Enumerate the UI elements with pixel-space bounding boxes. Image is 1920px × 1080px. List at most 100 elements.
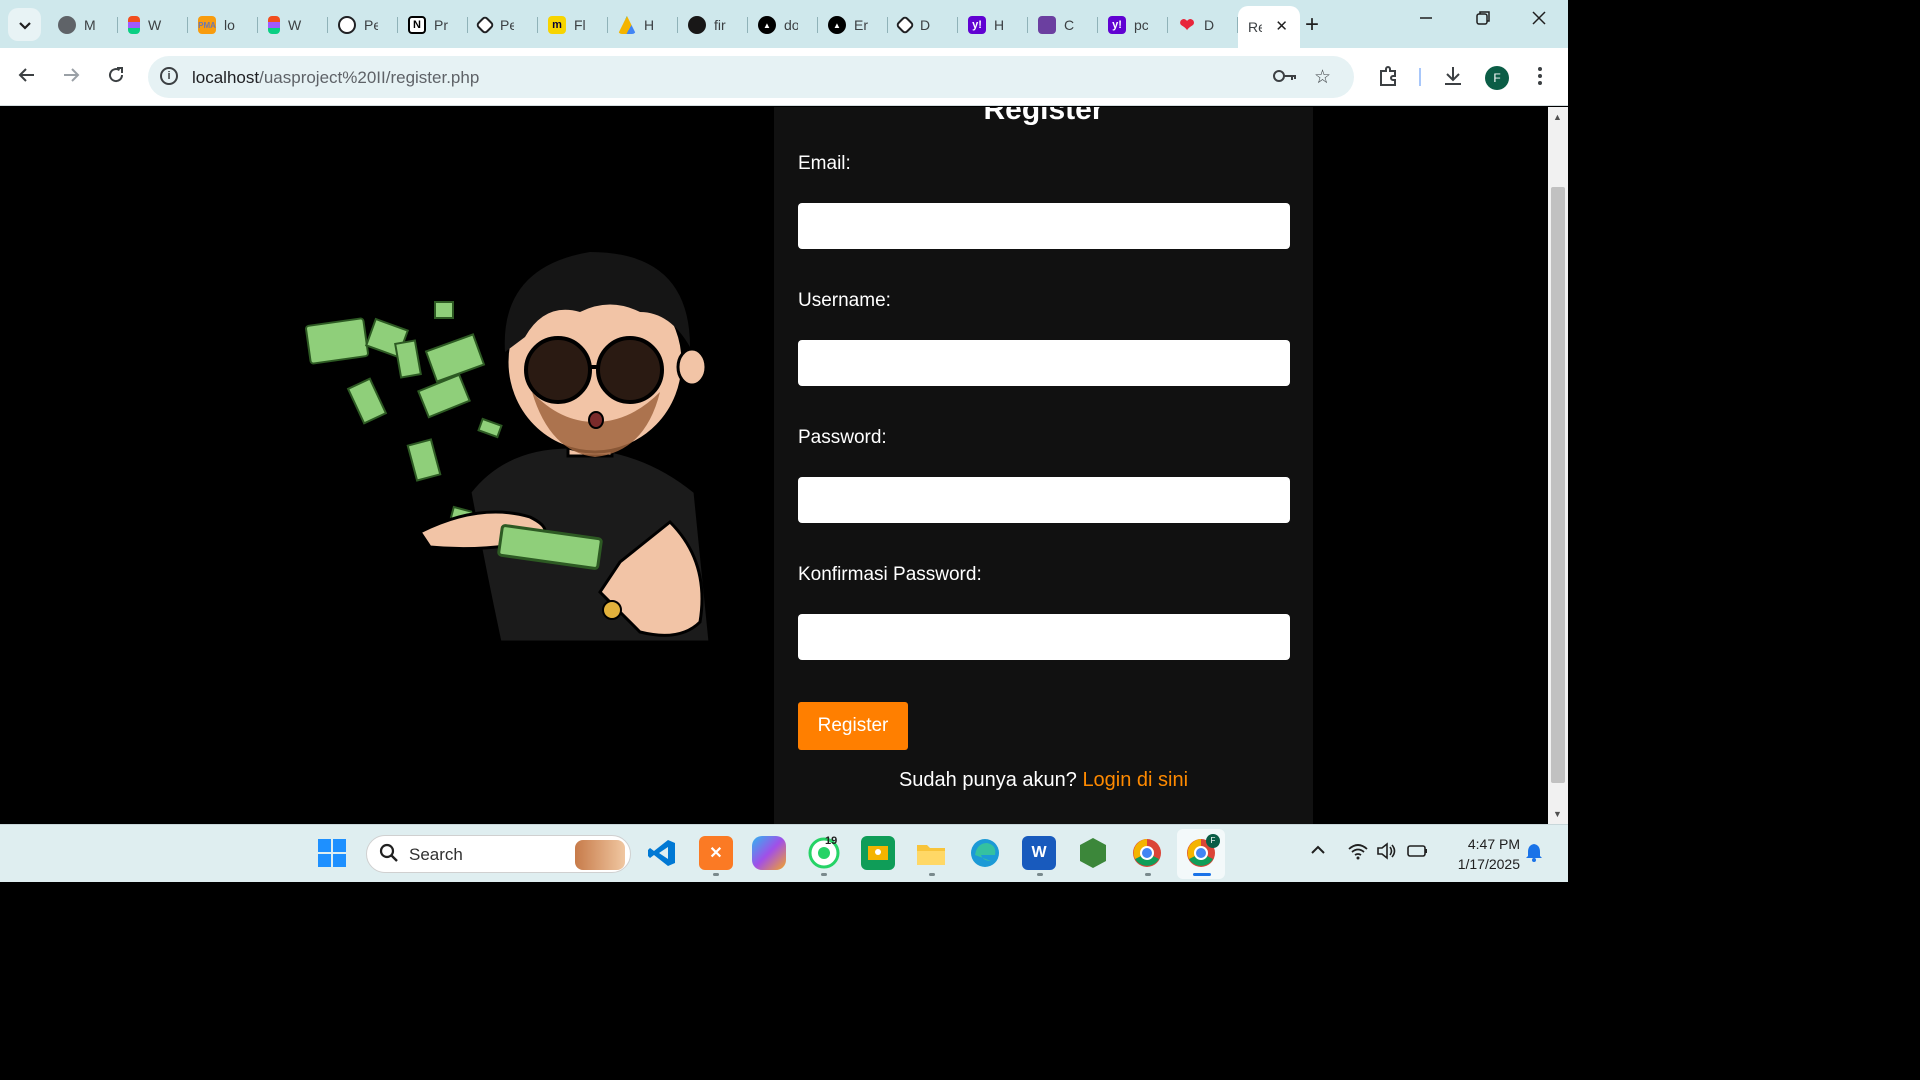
confirm-password-field[interactable] [798,614,1290,660]
tab[interactable]: fir [678,6,748,44]
bookmark-star-icon[interactable]: ☆ [1314,66,1331,89]
show-hidden-icons[interactable] [1310,842,1326,863]
tab[interactable]: Pe [328,6,398,44]
profile-avatar[interactable]: F [1485,66,1509,90]
tab[interactable]: ❤ D [1168,6,1238,44]
running-indicator [929,873,935,876]
codepen-icon [475,15,495,35]
tab[interactable]: H [608,6,678,44]
wifi-icon[interactable] [1347,842,1369,865]
volume-icon[interactable] [1376,842,1398,865]
scroll-up-icon[interactable]: ▲ [1553,112,1562,122]
tab-title: M [84,17,96,33]
start-button[interactable] [315,836,349,870]
login-link[interactable]: Login di sini [1082,769,1188,791]
chrome-profile-badge: F [1206,834,1220,848]
running-indicator [1037,873,1043,876]
arrow-left-icon [18,68,34,82]
globe-icon [58,16,76,34]
close-icon [1532,11,1546,25]
vscode-icon[interactable] [645,836,679,870]
search-icon [379,843,399,869]
scroll-down-icon[interactable]: ▼ [1553,809,1562,819]
system-clock[interactable]: 4:47 PM 1/17/2025 [1440,834,1520,874]
scroll-thumb[interactable] [1551,187,1565,783]
tab[interactable]: W [118,6,188,44]
forward-button[interactable] [61,65,81,91]
tab-list: M W PMA lo W Pe N Pr Pe m Fl H fir ▲ do ▲ Er … [48,6,1300,48]
menu-button[interactable] [1536,65,1544,93]
github-icon [688,16,706,34]
openai-icon [338,16,356,34]
xampp-icon[interactable]: ✕ [699,836,733,870]
search-placeholder: Search [409,845,463,864]
edge-icon[interactable] [968,836,1002,870]
file-explorer-icon[interactable] [914,836,948,870]
tab-title: do [784,17,798,33]
back-button[interactable] [17,65,37,91]
chrome-icon[interactable] [1130,836,1164,870]
reload-button[interactable] [106,65,126,91]
nodejs-icon[interactable] [1076,836,1110,870]
tab-search-button[interactable] [8,8,41,41]
close-window-button[interactable] [1531,10,1547,31]
tab[interactable]: Pe [468,6,538,44]
site-info-icon[interactable]: i [160,67,178,85]
classroom-icon[interactable] [861,836,895,870]
word-icon[interactable]: W [1022,836,1056,870]
close-tab-icon[interactable]: ✕ [1275,17,1288,35]
login-prompt: Sudah punya akun? Login di sini [774,769,1313,792]
notion-icon: N [408,16,426,34]
tab-title: W [288,17,302,33]
minimize-button[interactable] [1418,10,1434,31]
tab[interactable]: M [48,6,118,44]
tab-active[interactable]: Re ✕ [1238,6,1300,48]
restore-button[interactable] [1475,10,1491,31]
tab[interactable]: ▲ Er [818,6,888,44]
email-label: Email: [798,153,851,174]
address-bar[interactable]: i localhost/uasproject%20II/register.php… [148,56,1354,98]
windows-icon [318,839,346,867]
password-key-icon[interactable] [1272,66,1298,92]
tab[interactable]: y! pc [1098,6,1168,44]
tab-title: fir [714,17,726,33]
tab[interactable]: W [258,6,328,44]
battery-icon[interactable] [1406,842,1430,865]
tab[interactable]: m Fl [538,6,608,44]
url-text[interactable]: localhost/uasproject%20II/register.php [192,68,479,88]
extensions-button[interactable] [1377,65,1399,93]
tab[interactable]: D [888,6,958,44]
vercel-icon: ▲ [758,16,776,34]
arrow-right-icon [64,68,80,82]
tab-title: Pr [434,17,448,33]
tab[interactable]: N Pr [398,6,468,44]
tab-title: Fl [574,17,586,33]
tab[interactable]: PMA lo [188,6,258,44]
downloads-button[interactable] [1442,65,1464,93]
tab[interactable]: y! H [958,6,1028,44]
tab-title: Pe [500,17,514,33]
copilot-icon[interactable] [752,836,786,870]
clock-date: 1/17/2025 [1457,856,1520,872]
whatsapp-badge: 19 [825,835,838,847]
register-button[interactable]: Register [798,702,908,750]
tab-title: pc [1134,17,1148,33]
notification-bell-icon[interactable] [1525,842,1543,867]
username-field[interactable] [798,340,1290,386]
username-label: Username: [798,290,891,311]
page-content: Register Email: Username: Password: Konf… [0,107,1548,824]
yahoo-icon: y! [1108,16,1126,34]
new-tab-button[interactable]: + [1305,11,1319,39]
taskbar-search[interactable]: Search [366,835,631,873]
password-label: Password: [798,427,887,448]
email-field[interactable] [798,203,1290,249]
yahoo-icon: y! [968,16,986,34]
running-indicator [1145,873,1151,876]
password-field[interactable] [798,477,1290,523]
tab[interactable]: ▲ do [748,6,818,44]
page-scrollbar[interactable]: ▲ ▼ [1548,107,1568,824]
tab-title: D [1204,17,1215,33]
login-prompt-text: Sudah punya akun? [898,769,1077,791]
tab[interactable]: C [1028,6,1098,44]
heart-icon: ❤ [1179,14,1195,35]
